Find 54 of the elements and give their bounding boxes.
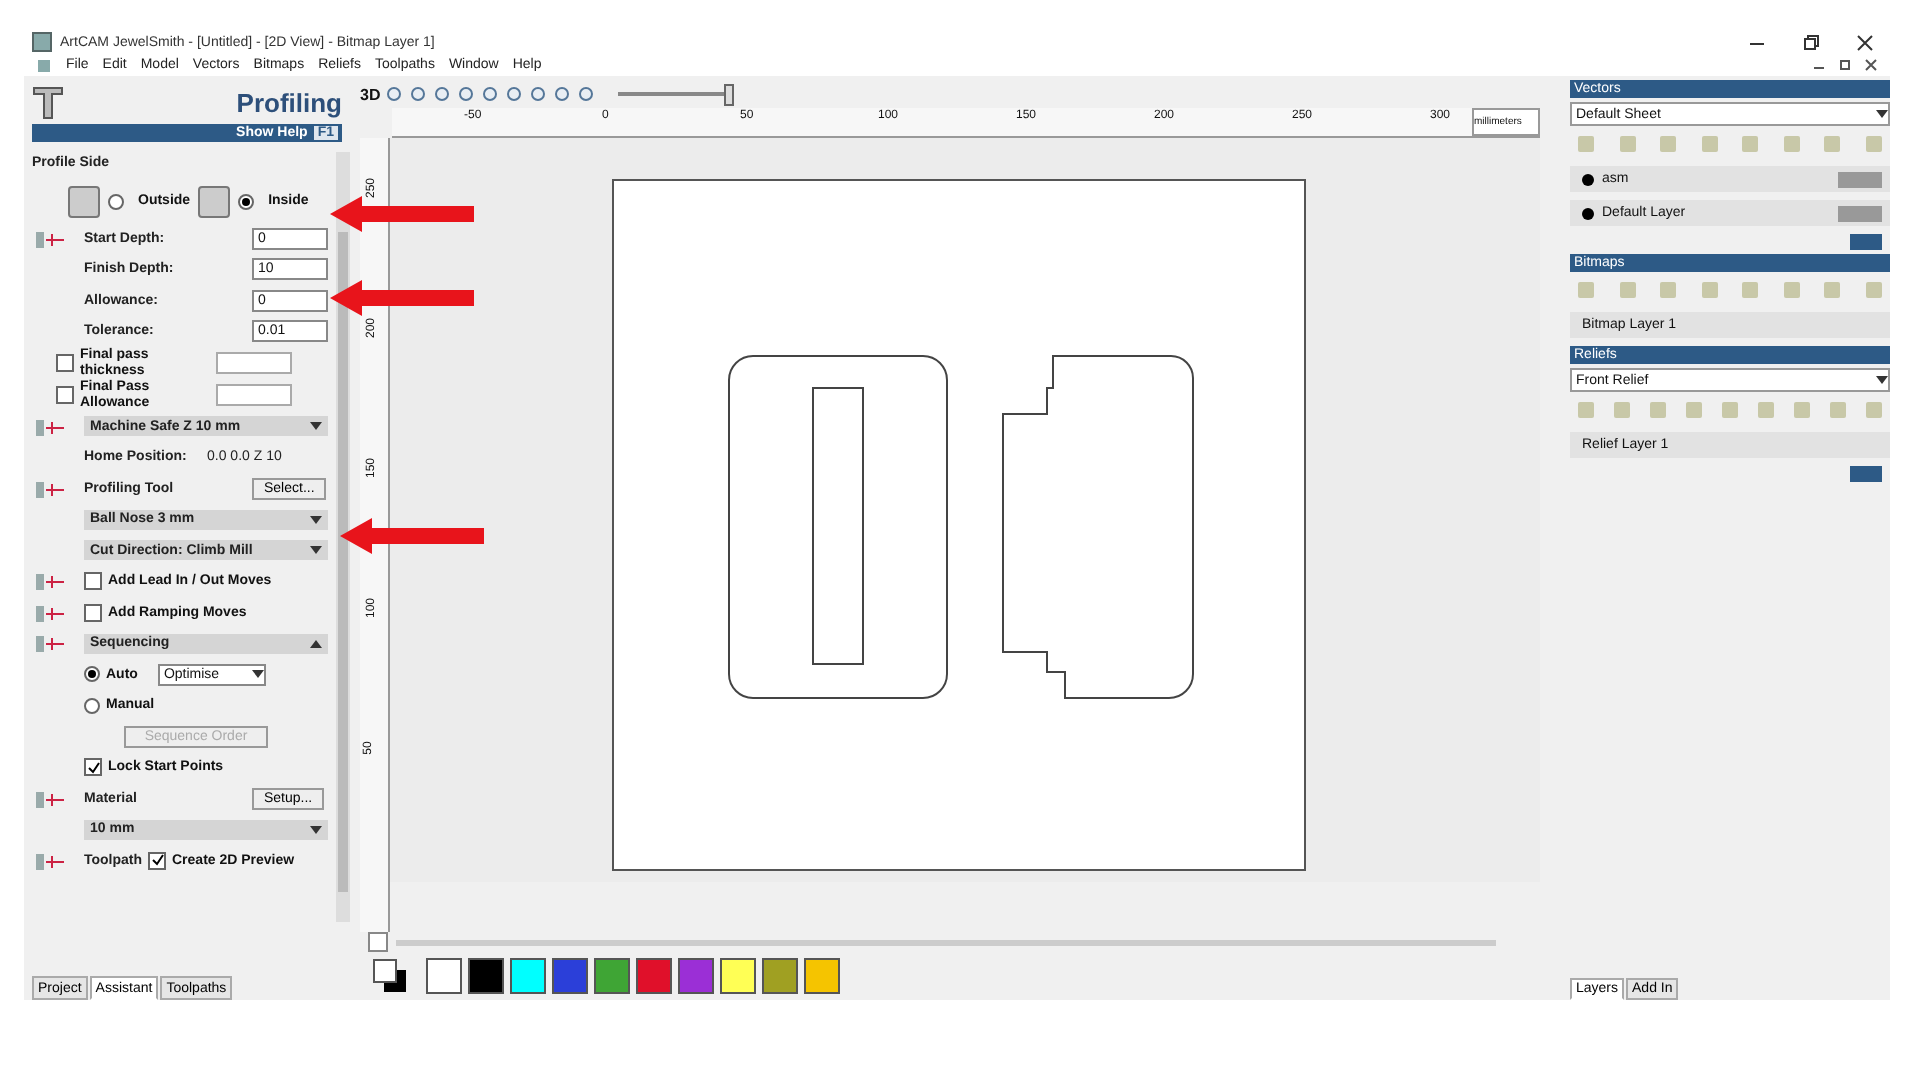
color-swatch-icon[interactable] — [372, 958, 408, 994]
expand-icon[interactable] — [310, 420, 322, 433]
checkbox[interactable] — [56, 386, 74, 404]
pointer-arrow — [340, 518, 484, 554]
color-swatch[interactable] — [636, 958, 672, 994]
close-icon[interactable] — [1856, 33, 1874, 51]
input-field[interactable] — [216, 352, 292, 374]
color-swatch[interactable] — [720, 958, 756, 994]
expand-icon[interactable] — [251, 668, 264, 681]
restore-icon[interactable] — [1838, 58, 1852, 72]
checkbox[interactable] — [84, 603, 102, 622]
color-swatch[interactable] — [426, 958, 462, 994]
color-swatch[interactable] — [468, 958, 504, 994]
checkbox[interactable] — [84, 572, 102, 591]
input-field[interactable] — [216, 384, 292, 406]
radio-button[interactable] — [238, 193, 255, 209]
expand-icon[interactable] — [310, 544, 322, 557]
restore-icon[interactable] — [1802, 33, 1820, 51]
checkbox[interactable] — [148, 851, 166, 870]
color-swatch[interactable] — [804, 958, 840, 994]
expand-icon[interactable] — [1876, 108, 1888, 120]
scroll-bar[interactable] — [336, 152, 350, 922]
radio-button[interactable] — [84, 666, 100, 683]
scroll-bar[interactable] — [396, 939, 1496, 945]
vector-shape[interactable] — [812, 387, 864, 665]
collapse-icon[interactable] — [310, 637, 322, 650]
tool-icon — [32, 84, 64, 120]
color-swatch[interactable] — [510, 958, 546, 994]
panel-title: Profiling — [236, 87, 342, 117]
check-icon — [151, 854, 163, 867]
close-icon[interactable] — [1864, 58, 1878, 72]
checkbox[interactable] — [84, 758, 102, 777]
expand-icon[interactable] — [1876, 374, 1888, 386]
side-icon — [68, 185, 100, 217]
expand-icon[interactable] — [310, 823, 322, 836]
vector-shape[interactable] — [1002, 355, 1194, 699]
scroll-button[interactable] — [368, 932, 388, 952]
radio-button[interactable] — [84, 697, 100, 714]
side-icon — [198, 185, 231, 217]
color-swatch[interactable] — [594, 958, 630, 994]
check-icon — [87, 761, 99, 774]
pointer-arrow — [330, 280, 474, 316]
pointer-arrow — [330, 196, 474, 232]
color-swatch[interactable] — [552, 958, 588, 994]
color-swatch[interactable] — [678, 958, 714, 994]
vector-shape[interactable] — [728, 355, 948, 699]
layer-dot-icon — [1582, 173, 1594, 185]
color-swatch[interactable] — [762, 958, 798, 994]
scroll-thumb[interactable] — [338, 232, 348, 892]
view-button[interactable]: 3D — [360, 85, 381, 103]
layer-dot-icon — [1582, 207, 1594, 219]
expand-icon[interactable] — [310, 513, 322, 526]
checkbox[interactable] — [56, 354, 74, 372]
radio-button[interactable] — [108, 193, 124, 209]
